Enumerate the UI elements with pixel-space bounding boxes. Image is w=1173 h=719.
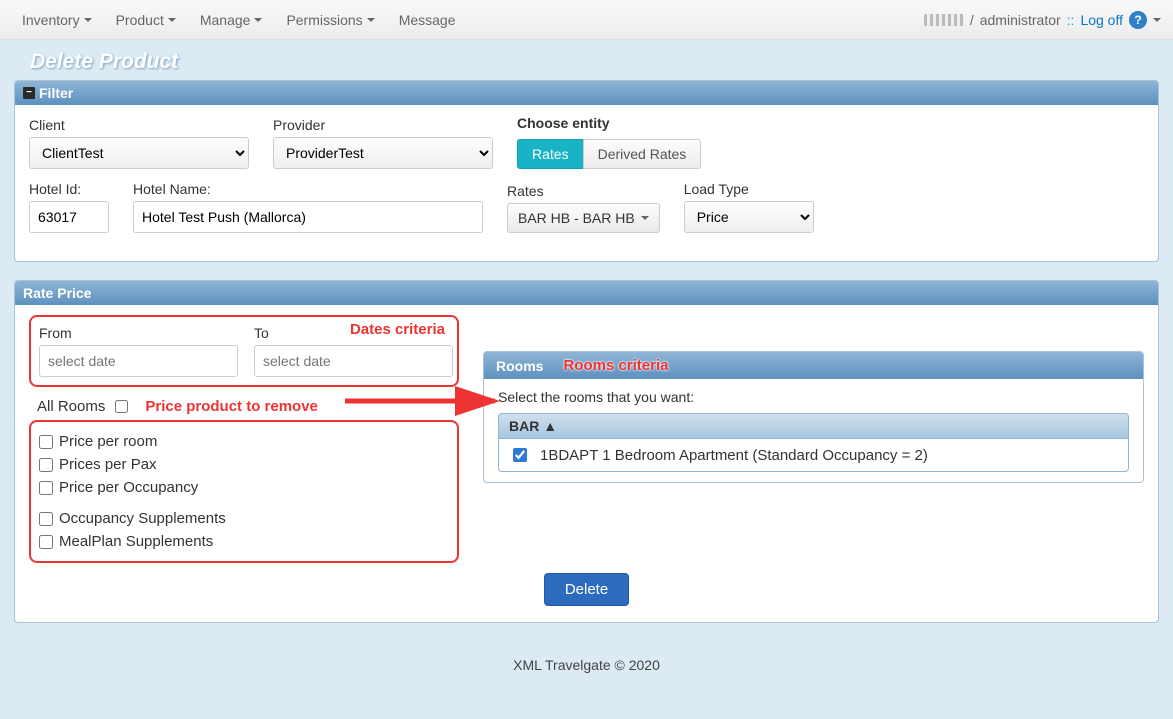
- nav-product[interactable]: Product: [106, 4, 186, 36]
- caret-icon: [168, 18, 176, 22]
- all-rooms-row: All Rooms Price product to remove: [29, 397, 459, 420]
- user-role: administrator: [980, 12, 1061, 28]
- page-body: Delete Product − Filter Client ClientTes…: [0, 40, 1173, 719]
- rates-dropdown[interactable]: BAR HB - BAR HB: [507, 203, 660, 233]
- mealplan-supplements-checkbox[interactable]: [39, 535, 53, 549]
- occupancy-supplements-row[interactable]: Occupancy Supplements: [39, 507, 449, 530]
- load-type-label: Load Type: [684, 181, 814, 197]
- to-date-input[interactable]: [254, 345, 453, 377]
- price-per-room-row[interactable]: Price per room: [39, 430, 449, 453]
- load-type-select[interactable]: Price: [684, 201, 814, 233]
- price-per-room-checkbox[interactable]: [39, 435, 53, 449]
- entity-rates-button[interactable]: Rates: [517, 139, 584, 169]
- choose-entity-label: Choose entity: [517, 115, 701, 131]
- rooms-annotation: Rooms criteria: [563, 357, 668, 374]
- caret-icon: [254, 18, 262, 22]
- help-icon[interactable]: ?: [1129, 11, 1147, 29]
- nav-message[interactable]: Message: [389, 4, 466, 36]
- rates-label: Rates: [507, 183, 660, 199]
- caret-icon: [367, 18, 375, 22]
- filter-panel: − Filter Client ClientTest Provider Prov…: [14, 80, 1159, 262]
- nav-right: / administrator :: Log off ?: [924, 11, 1161, 29]
- prices-per-pax-label: Prices per Pax: [59, 456, 157, 473]
- dates-annotation: Dates criteria: [350, 321, 445, 338]
- rate-price-header: Rate Price: [15, 281, 1158, 305]
- rate-price-title: Rate Price: [23, 285, 91, 301]
- filter-panel-header[interactable]: − Filter: [15, 81, 1158, 105]
- entity-toggle: Rates Derived Rates: [517, 139, 701, 169]
- logoff-link[interactable]: Log off: [1080, 12, 1123, 28]
- hotel-name-input[interactable]: [133, 201, 483, 233]
- collapse-icon[interactable]: −: [23, 87, 35, 99]
- rooms-instruction: Select the rooms that you want:: [498, 389, 1129, 405]
- nav-inventory[interactable]: Inventory: [12, 4, 102, 36]
- top-nav: Inventory Product Manage Permissions Mes…: [0, 0, 1173, 40]
- price-per-occupancy-row[interactable]: Price per Occupancy: [39, 476, 449, 499]
- room-item-label: 1BDAPT 1 Bedroom Apartment (Standard Occ…: [540, 447, 928, 464]
- occupancy-supplements-label: Occupancy Supplements: [59, 510, 226, 527]
- from-date-input[interactable]: [39, 345, 238, 377]
- nav-product-label: Product: [116, 12, 164, 28]
- price-per-room-label: Price per room: [59, 433, 157, 450]
- nav-left: Inventory Product Manage Permissions Mes…: [12, 4, 466, 36]
- provider-select[interactable]: ProviderTest: [273, 137, 493, 169]
- filter-title: Filter: [39, 85, 73, 101]
- rooms-box: Rooms Rooms criteria Select the rooms th…: [483, 351, 1144, 483]
- right-column: Rooms Rooms criteria Select the rooms th…: [483, 315, 1144, 563]
- prices-per-pax-checkbox[interactable]: [39, 458, 53, 472]
- room-item-row[interactable]: 1BDAPT 1 Bedroom Apartment (Standard Occ…: [498, 439, 1129, 472]
- user-separator: /: [970, 12, 974, 28]
- mealplan-supplements-row[interactable]: MealPlan Supplements: [39, 530, 449, 553]
- nav-permissions-label: Permissions: [286, 12, 362, 28]
- hotel-name-label: Hotel Name:: [133, 181, 483, 197]
- rate-price-body: Dates criteria From To: [15, 305, 1158, 622]
- left-column: Dates criteria From To: [29, 315, 459, 563]
- all-rooms-label: All Rooms: [37, 398, 105, 415]
- nav-manage[interactable]: Manage: [190, 4, 273, 36]
- nav-inventory-label: Inventory: [22, 12, 80, 28]
- prices-per-pax-row[interactable]: Prices per Pax: [39, 453, 449, 476]
- user-name-obscured: [924, 14, 964, 26]
- caret-icon: [84, 18, 92, 22]
- from-label: From: [39, 325, 238, 341]
- footer-text: XML Travelgate © 2020: [0, 641, 1173, 689]
- occupancy-supplements-checkbox[interactable]: [39, 512, 53, 526]
- room-category-header[interactable]: BAR ▲: [498, 413, 1129, 439]
- page-title: Delete Product: [0, 40, 1173, 80]
- all-rooms-checkbox[interactable]: [115, 400, 128, 413]
- nav-manage-label: Manage: [200, 12, 251, 28]
- rooms-box-header: Rooms Rooms criteria: [484, 352, 1143, 379]
- client-label: Client: [29, 117, 249, 133]
- separator-dots: ::: [1067, 12, 1075, 28]
- hotel-id-input[interactable]: [29, 201, 109, 233]
- client-select[interactable]: ClientTest: [29, 137, 249, 169]
- nav-permissions[interactable]: Permissions: [276, 4, 384, 36]
- price-per-occupancy-checkbox[interactable]: [39, 481, 53, 495]
- hotel-id-label: Hotel Id:: [29, 181, 109, 197]
- room-item-checkbox[interactable]: [513, 448, 527, 462]
- entity-derived-button[interactable]: Derived Rates: [583, 139, 702, 169]
- rate-price-panel: Rate Price Dates criteria From To: [14, 280, 1159, 623]
- price-per-occupancy-label: Price per Occupancy: [59, 479, 198, 496]
- rooms-title: Rooms: [496, 358, 543, 374]
- caret-icon: [641, 216, 649, 220]
- rates-value: BAR HB - BAR HB: [518, 210, 635, 226]
- dates-criteria-box: Dates criteria From To: [29, 315, 459, 387]
- provider-label: Provider: [273, 117, 493, 133]
- nav-message-label: Message: [399, 12, 456, 28]
- mealplan-supplements-label: MealPlan Supplements: [59, 533, 213, 550]
- delete-button[interactable]: Delete: [544, 573, 629, 606]
- price-product-annotation: Price product to remove: [145, 398, 318, 415]
- price-product-box: Price per room Prices per Pax Price per …: [29, 420, 459, 563]
- filter-panel-body: Client ClientTest Provider ProviderTest …: [15, 105, 1158, 261]
- caret-icon: [1153, 18, 1161, 22]
